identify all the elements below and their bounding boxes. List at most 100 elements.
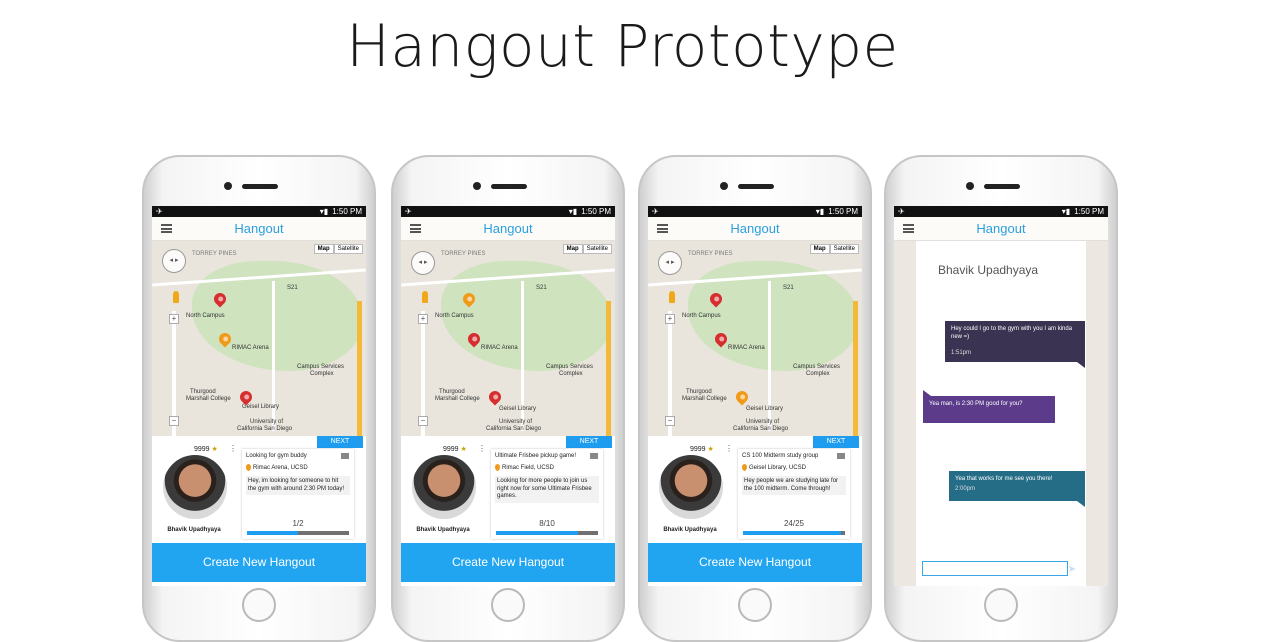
notification-icon: ✈: [898, 207, 905, 216]
hangout-card[interactable]: NEXT 9999 ★ ⋮ Bhavik Upadhyaya Looking f…: [152, 436, 366, 543]
app-title: Hangout: [976, 221, 1026, 236]
phone-4: ✈ ▾▮ 1:50 PM Hangout Bhavik Upadhyaya He…: [884, 155, 1118, 642]
more-options-icon[interactable]: ⋮: [478, 444, 486, 453]
app-bar: Hangout: [401, 217, 615, 241]
pan-control-icon[interactable]: ◂ ▸: [162, 249, 186, 273]
map-pin-icon[interactable]: [237, 388, 255, 406]
hangout-card[interactable]: NEXT 9999 ★ ⋮ Bhavik Upadhyaya Ultimate …: [401, 436, 615, 543]
create-hangout-button[interactable]: Create New Hangout: [152, 543, 366, 582]
hamburger-menu-icon[interactable]: [903, 224, 914, 233]
mail-icon[interactable]: [837, 453, 845, 459]
location-pin-icon: [742, 464, 747, 471]
pan-control-icon[interactable]: ◂ ▸: [658, 251, 682, 275]
hangout-details: Looking for gym buddy Rimac Arena, UCSD …: [242, 449, 354, 539]
map-button[interactable]: Map: [313, 244, 334, 254]
zoom-in-icon[interactable]: +: [418, 314, 428, 324]
message-input[interactable]: [922, 561, 1068, 576]
hamburger-menu-icon[interactable]: [657, 224, 668, 233]
pan-control-icon[interactable]: ◂ ▸: [411, 251, 435, 275]
satellite-button[interactable]: Satellite: [829, 244, 859, 254]
status-time: 1:50 PM: [581, 207, 611, 216]
satellite-button[interactable]: Satellite: [333, 244, 363, 254]
wifi-icon: ▾▮: [815, 207, 825, 216]
map-label: S21: [287, 285, 298, 291]
message-text: Hey could I go to the gym with you I am …: [951, 326, 1073, 341]
create-hangout-button[interactable]: Create New Hangout: [401, 543, 615, 582]
map-label: RIMAC Arena: [728, 345, 765, 351]
screen-2: ✈ ▾▮ 1:50 PM Hangout TORREY PINES S21 No…: [401, 206, 615, 586]
camera: [966, 182, 974, 190]
home-button[interactable]: [984, 588, 1018, 622]
next-button[interactable]: NEXT: [566, 436, 612, 448]
location-text: Rimac Arena, UCSD: [253, 464, 308, 471]
map-label: Thurgood: [439, 389, 465, 395]
chat-thread: Bhavik Upadhyaya Hey could I go to the g…: [916, 241, 1086, 586]
street-view-icon[interactable]: [422, 291, 428, 303]
hangout-description: Hey people we are studying late for the …: [742, 476, 846, 495]
map-highway: [853, 301, 858, 436]
home-button[interactable]: [242, 588, 276, 622]
map-label: TORREY PINES: [441, 251, 486, 257]
message-time: 2:00pm: [955, 486, 976, 493]
phone-3: ✈ ▾▮ 1:50 PM Hangout TORREY PINES S21 No…: [638, 155, 872, 642]
chat-contact-name: Bhavik Upadhyaya: [938, 263, 1039, 277]
attendee-count: 1/2: [292, 519, 304, 528]
attendance-progress: [247, 531, 349, 535]
hangout-title: Looking for gym buddy: [246, 453, 307, 459]
map-button[interactable]: Map: [562, 244, 583, 254]
map-button[interactable]: Map: [809, 244, 830, 254]
zoom-out-icon[interactable]: −: [169, 416, 179, 426]
map-label: Complex: [559, 371, 583, 377]
satellite-button[interactable]: Satellite: [582, 244, 612, 254]
chat-area: Bhavik Upadhyaya Hey could I go to the g…: [894, 241, 1108, 586]
map-label: TORREY PINES: [688, 251, 733, 257]
rating-value: 9999: [194, 446, 210, 453]
hangout-details: Ultimate Frisbee pickup game! Rimac Fiel…: [491, 449, 603, 539]
map-label: RIMAC Arena: [232, 345, 269, 351]
location-pin-icon: [246, 464, 251, 471]
avatar: [163, 455, 227, 519]
status-time: 1:50 PM: [1074, 207, 1104, 216]
message-text: Yea man, is 2:30 PM good for you?: [929, 401, 1023, 407]
map-pin-selected-icon[interactable]: [733, 388, 751, 406]
map-pin-icon[interactable]: [486, 388, 504, 406]
camera: [720, 182, 728, 190]
more-options-icon[interactable]: ⋮: [725, 444, 733, 453]
send-icon[interactable]: ➤: [1068, 564, 1076, 575]
map-label: North Campus: [435, 313, 474, 319]
attendee-count: 24/25: [783, 519, 805, 528]
create-hangout-button[interactable]: Create New Hangout: [648, 543, 862, 582]
next-button[interactable]: NEXT: [813, 436, 859, 448]
next-button[interactable]: NEXT: [317, 436, 363, 448]
campus-map[interactable]: TORREY PINES S21 North Campus RIMAC Aren…: [401, 241, 615, 436]
map-label: Thurgood: [190, 389, 216, 395]
hamburger-menu-icon[interactable]: [410, 224, 421, 233]
notification-icon: ✈: [652, 207, 659, 216]
campus-map[interactable]: TORREY PINES S21 North Campus RIMAC Aren…: [152, 241, 366, 436]
bubble-tail: [1077, 501, 1085, 507]
map-label: North Campus: [682, 313, 721, 319]
avatar: [659, 455, 723, 519]
hamburger-menu-icon[interactable]: [161, 224, 172, 233]
map-label: North Campus: [186, 313, 225, 319]
more-options-icon[interactable]: ⋮: [229, 444, 237, 453]
zoom-in-icon[interactable]: +: [665, 314, 675, 324]
home-button[interactable]: [738, 588, 772, 622]
map-label: S21: [783, 285, 794, 291]
user-rating: 9999 ★: [690, 445, 714, 453]
hangout-card[interactable]: NEXT 9999 ★ ⋮ Bhavik Upadhyaya CS 100 Mi…: [648, 436, 862, 543]
zoom-in-icon[interactable]: +: [169, 314, 179, 324]
map-label: Complex: [806, 371, 830, 377]
zoom-out-icon[interactable]: −: [665, 416, 675, 426]
map-label: Campus Services: [793, 364, 841, 370]
map-type-toggle: Map Satellite: [562, 244, 612, 254]
street-view-icon[interactable]: [669, 291, 675, 303]
progress-fill: [496, 531, 578, 535]
mail-icon[interactable]: [590, 453, 598, 459]
home-button[interactable]: [491, 588, 525, 622]
street-view-icon[interactable]: [173, 291, 179, 303]
user-rating: 9999 ★: [194, 445, 218, 453]
zoom-out-icon[interactable]: −: [418, 416, 428, 426]
campus-map[interactable]: TORREY PINES S21 North Campus RIMAC Aren…: [648, 241, 862, 436]
mail-icon[interactable]: [341, 453, 349, 459]
